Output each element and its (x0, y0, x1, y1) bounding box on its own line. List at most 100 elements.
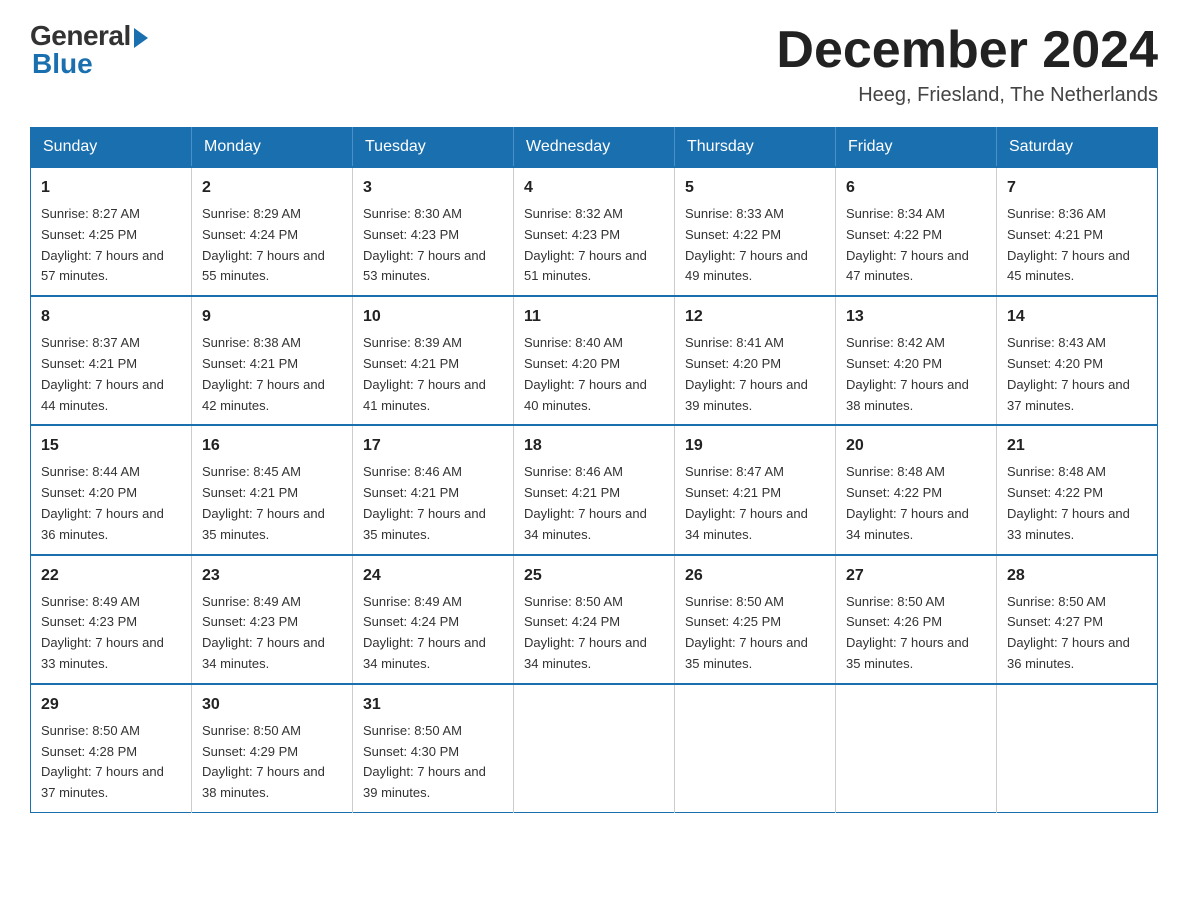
calendar-cell: 13 Sunrise: 8:42 AMSunset: 4:20 PMDayligh… (836, 296, 997, 425)
calendar-cell: 28 Sunrise: 8:50 AMSunset: 4:27 PMDayligh… (997, 555, 1158, 684)
page-header: General Blue December 2024 Heeg, Friesla… (30, 20, 1158, 107)
day-info: Sunrise: 8:46 AMSunset: 4:21 PMDaylight:… (363, 464, 486, 541)
calendar-cell: 30Sunrise: 8:50 AMSunset: 4:29 PMDayligh… (192, 684, 353, 813)
calendar-cell: 24 Sunrise: 8:49 AMSunset: 4:24 PMDayligh… (353, 555, 514, 684)
day-header-saturday: Saturday (997, 128, 1158, 168)
header-row: SundayMondayTuesdayWednesdayThursdayFrid… (31, 128, 1158, 168)
day-info: Sunrise: 8:50 AMSunset: 4:27 PMDaylight:… (1007, 594, 1130, 671)
day-info: Sunrise: 8:49 AMSunset: 4:23 PMDaylight:… (202, 594, 325, 671)
day-info: Sunrise: 8:46 AMSunset: 4:21 PMDaylight:… (524, 464, 647, 541)
day-number: 14 (1007, 305, 1147, 329)
calendar-cell: 20 Sunrise: 8:48 AMSunset: 4:22 PMDayligh… (836, 425, 997, 554)
day-number: 21 (1007, 434, 1147, 458)
calendar-cell: 27Sunrise: 8:50 AMSunset: 4:26 PMDayligh… (836, 555, 997, 684)
calendar-cell: 31Sunrise: 8:50 AMSunset: 4:30 PMDayligh… (353, 684, 514, 813)
day-number: 11 (524, 305, 664, 329)
calendar-cell: 3 Sunrise: 8:30 AMSunset: 4:23 PMDaylight… (353, 167, 514, 296)
day-number: 13 (846, 305, 986, 329)
day-number: 31 (363, 693, 503, 717)
day-number: 27 (846, 564, 986, 588)
day-info: Sunrise: 8:42 AMSunset: 4:20 PMDaylight:… (846, 335, 969, 412)
calendar-cell (836, 684, 997, 813)
calendar-cell: 16Sunrise: 8:45 AMSunset: 4:21 PMDayligh… (192, 425, 353, 554)
calendar-cell: 8Sunrise: 8:37 AMSunset: 4:21 PMDaylight… (31, 296, 192, 425)
day-info: Sunrise: 8:38 AMSunset: 4:21 PMDaylight:… (202, 335, 325, 412)
day-info: Sunrise: 8:40 AMSunset: 4:20 PMDaylight:… (524, 335, 647, 412)
calendar-cell: 18 Sunrise: 8:46 AMSunset: 4:21 PMDayligh… (514, 425, 675, 554)
day-info: Sunrise: 8:49 AMSunset: 4:24 PMDaylight:… (363, 594, 486, 671)
day-number: 24 (363, 564, 503, 588)
day-info: Sunrise: 8:50 AMSunset: 4:24 PMDaylight:… (524, 594, 647, 671)
calendar-cell: 12Sunrise: 8:41 AMSunset: 4:20 PMDayligh… (675, 296, 836, 425)
day-number: 3 (363, 176, 503, 200)
day-info: Sunrise: 8:48 AMSunset: 4:22 PMDaylight:… (846, 464, 969, 541)
day-number: 19 (685, 434, 825, 458)
day-header-wednesday: Wednesday (514, 128, 675, 168)
day-number: 25 (524, 564, 664, 588)
week-row-1: 1 Sunrise: 8:27 AMSunset: 4:25 PMDaylight… (31, 167, 1158, 296)
calendar-cell: 29 Sunrise: 8:50 AMSunset: 4:28 PMDayligh… (31, 684, 192, 813)
logo: General Blue (30, 20, 148, 80)
calendar-cell: 6 Sunrise: 8:34 AMSunset: 4:22 PMDaylight… (836, 167, 997, 296)
day-info: Sunrise: 8:37 AMSunset: 4:21 PMDaylight:… (41, 335, 164, 412)
day-number: 29 (41, 693, 181, 717)
day-header-monday: Monday (192, 128, 353, 168)
day-number: 4 (524, 176, 664, 200)
day-number: 2 (202, 176, 342, 200)
day-header-sunday: Sunday (31, 128, 192, 168)
day-info: Sunrise: 8:41 AMSunset: 4:20 PMDaylight:… (685, 335, 808, 412)
week-row-3: 15Sunrise: 8:44 AMSunset: 4:20 PMDayligh… (31, 425, 1158, 554)
calendar-cell (997, 684, 1158, 813)
calendar-cell: 15Sunrise: 8:44 AMSunset: 4:20 PMDayligh… (31, 425, 192, 554)
day-number: 28 (1007, 564, 1147, 588)
logo-arrow-icon (134, 28, 148, 48)
week-row-4: 22 Sunrise: 8:49 AMSunset: 4:23 PMDayligh… (31, 555, 1158, 684)
day-number: 30 (202, 693, 342, 717)
day-info: Sunrise: 8:48 AMSunset: 4:22 PMDaylight:… (1007, 464, 1130, 541)
day-info: Sunrise: 8:27 AMSunset: 4:25 PMDaylight:… (41, 206, 164, 283)
day-info: Sunrise: 8:47 AMSunset: 4:21 PMDaylight:… (685, 464, 808, 541)
calendar-cell (514, 684, 675, 813)
week-row-2: 8Sunrise: 8:37 AMSunset: 4:21 PMDaylight… (31, 296, 1158, 425)
day-info: Sunrise: 8:30 AMSunset: 4:23 PMDaylight:… (363, 206, 486, 283)
day-header-thursday: Thursday (675, 128, 836, 168)
day-number: 26 (685, 564, 825, 588)
calendar-cell: 7Sunrise: 8:36 AMSunset: 4:21 PMDaylight… (997, 167, 1158, 296)
logo-blue-text: Blue (32, 48, 93, 80)
calendar-cell: 25 Sunrise: 8:50 AMSunset: 4:24 PMDayligh… (514, 555, 675, 684)
day-header-friday: Friday (836, 128, 997, 168)
week-row-5: 29 Sunrise: 8:50 AMSunset: 4:28 PMDayligh… (31, 684, 1158, 813)
calendar-header: SundayMondayTuesdayWednesdayThursdayFrid… (31, 128, 1158, 168)
calendar-cell: 17 Sunrise: 8:46 AMSunset: 4:21 PMDayligh… (353, 425, 514, 554)
calendar-cell (675, 684, 836, 813)
day-number: 22 (41, 564, 181, 588)
day-number: 18 (524, 434, 664, 458)
day-info: Sunrise: 8:36 AMSunset: 4:21 PMDaylight:… (1007, 206, 1130, 283)
page-subtitle: Heeg, Friesland, The Netherlands (776, 84, 1158, 107)
day-info: Sunrise: 8:49 AMSunset: 4:23 PMDaylight:… (41, 594, 164, 671)
calendar-cell: 14 Sunrise: 8:43 AMSunset: 4:20 PMDayligh… (997, 296, 1158, 425)
day-number: 17 (363, 434, 503, 458)
calendar-table: SundayMondayTuesdayWednesdayThursdayFrid… (30, 127, 1158, 813)
calendar-cell: 26Sunrise: 8:50 AMSunset: 4:25 PMDayligh… (675, 555, 836, 684)
page-title: December 2024 (776, 20, 1158, 80)
day-info: Sunrise: 8:43 AMSunset: 4:20 PMDaylight:… (1007, 335, 1130, 412)
day-number: 16 (202, 434, 342, 458)
calendar-cell: 5Sunrise: 8:33 AMSunset: 4:22 PMDaylight… (675, 167, 836, 296)
day-info: Sunrise: 8:34 AMSunset: 4:22 PMDaylight:… (846, 206, 969, 283)
calendar-cell: 22 Sunrise: 8:49 AMSunset: 4:23 PMDayligh… (31, 555, 192, 684)
day-header-tuesday: Tuesday (353, 128, 514, 168)
day-number: 6 (846, 176, 986, 200)
calendar-body: 1 Sunrise: 8:27 AMSunset: 4:25 PMDaylight… (31, 167, 1158, 812)
day-number: 9 (202, 305, 342, 329)
calendar-cell: 4Sunrise: 8:32 AMSunset: 4:23 PMDaylight… (514, 167, 675, 296)
calendar-cell: 1 Sunrise: 8:27 AMSunset: 4:25 PMDaylight… (31, 167, 192, 296)
day-info: Sunrise: 8:39 AMSunset: 4:21 PMDaylight:… (363, 335, 486, 412)
calendar-cell: 9 Sunrise: 8:38 AMSunset: 4:21 PMDaylight… (192, 296, 353, 425)
day-info: Sunrise: 8:50 AMSunset: 4:28 PMDaylight:… (41, 723, 164, 800)
day-number: 5 (685, 176, 825, 200)
day-number: 20 (846, 434, 986, 458)
day-number: 1 (41, 176, 181, 200)
calendar-cell: 2Sunrise: 8:29 AMSunset: 4:24 PMDaylight… (192, 167, 353, 296)
calendar-cell: 23Sunrise: 8:49 AMSunset: 4:23 PMDayligh… (192, 555, 353, 684)
